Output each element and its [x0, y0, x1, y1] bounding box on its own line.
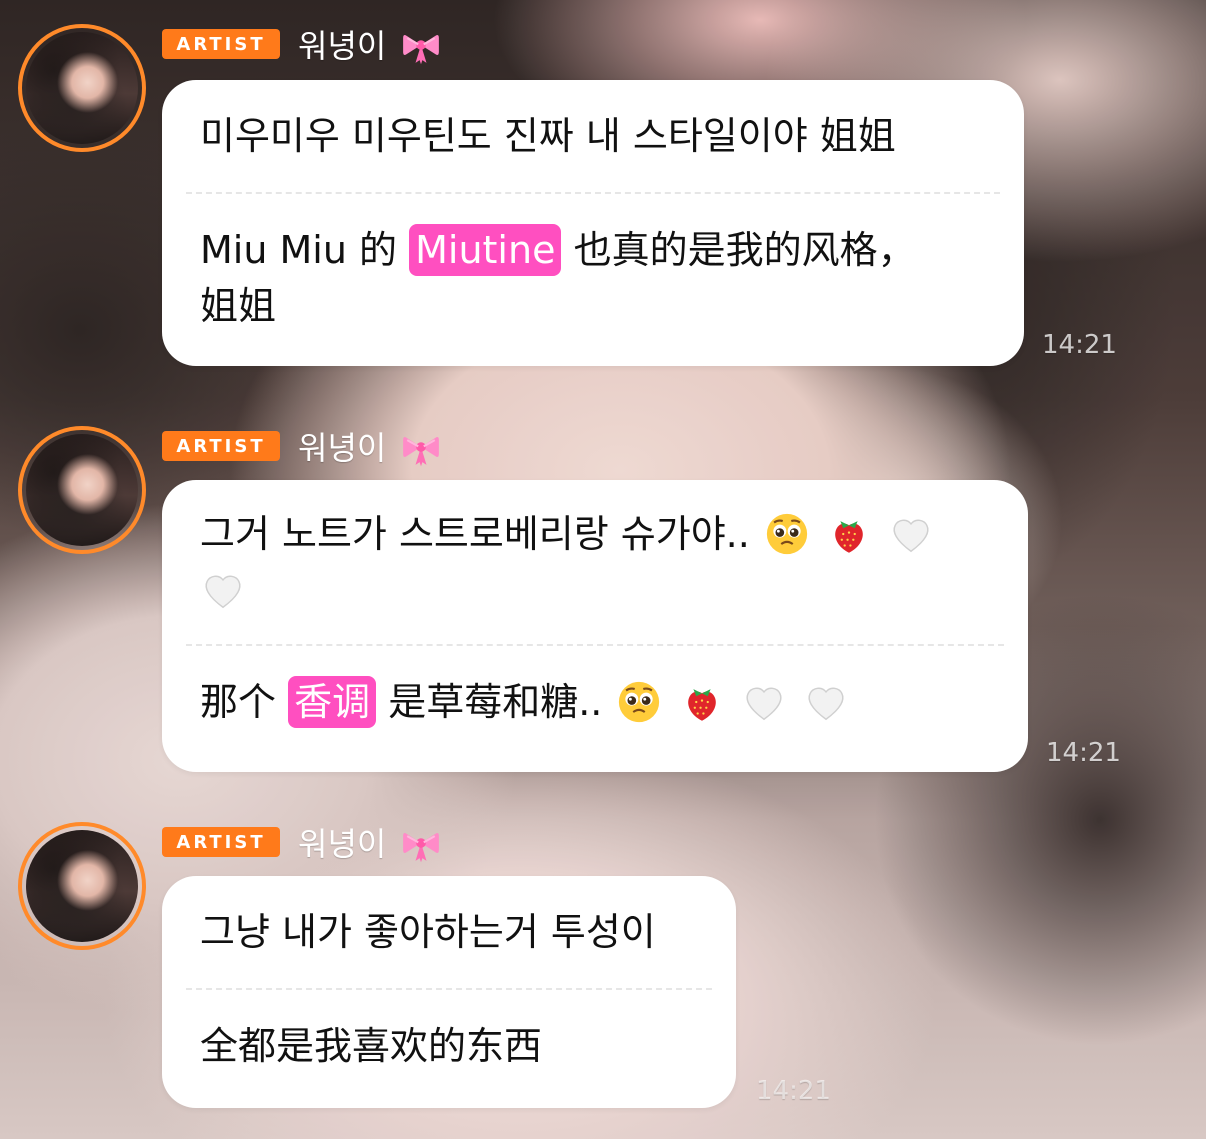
strawberry-icon	[687, 689, 716, 721]
sender-name: 워녕이	[298, 21, 445, 67]
sender-name: 워녕이	[298, 423, 445, 469]
korean-original: 미우미우 미우틴도 진짜 내 스타일이야 姐姐	[162, 80, 1024, 192]
pleading-face-icon	[766, 513, 808, 555]
white-heart-icon	[893, 519, 929, 553]
translation-text-prefix: Miu Miu 的	[200, 228, 398, 272]
sender-name-text: 워녕이	[298, 429, 387, 467]
artist-badge: ARTIST	[162, 431, 280, 461]
message-bubble[interactable]: 그거 노트가 스트로베리랑 슈가야.. 那个 香调 是草莓和糖..	[162, 480, 1028, 772]
white-heart-icon	[808, 687, 844, 721]
message-time: 14:21	[1042, 330, 1117, 360]
chinese-translation: Miu Miu 的 Miutine 也真的是我的风格， 姐姐	[162, 194, 1024, 358]
strawberry-icon	[835, 521, 863, 553]
message-time: 14:21	[1046, 738, 1121, 768]
white-heart-icon	[205, 575, 241, 609]
sender-row: ARTIST 워녕이	[162, 21, 445, 67]
translation-text-prefix: 那个	[200, 680, 277, 724]
avatar-photo	[26, 32, 138, 144]
sender-name-text: 워녕이	[298, 27, 387, 65]
avatar-photo	[26, 434, 138, 546]
highlighted-term: 香调	[288, 676, 377, 728]
translation-text: 全都是我喜欢的东西	[200, 1024, 543, 1068]
korean-text: 그냥 내가 좋아하는거 투성이	[200, 910, 656, 954]
chinese-translation: 那个 香调 是草莓和糖..	[162, 646, 1028, 754]
artist-avatar[interactable]	[18, 822, 146, 950]
translation-text-line2: 姐姐	[200, 284, 277, 328]
translation-text-suffix: 也真的是我的风格，	[573, 228, 916, 272]
highlighted-term: Miutine	[409, 224, 562, 276]
korean-original: 그냥 내가 좋아하는거 투성이	[162, 876, 736, 988]
chinese-translation: 全都是我喜欢的东西	[162, 990, 736, 1098]
ribbon-icon	[402, 833, 439, 863]
pleading-face-icon	[619, 681, 660, 723]
sender-name: 워녕이	[298, 819, 445, 865]
sender-row: ARTIST 워녕이	[162, 819, 445, 865]
message-time: 14:21	[756, 1076, 831, 1106]
artist-badge: ARTIST	[162, 827, 280, 857]
message-bubble[interactable]: 그냥 내가 좋아하는거 투성이 全都是我喜欢的东西	[162, 876, 736, 1108]
artist-badge: ARTIST	[162, 29, 280, 59]
korean-text: 미우미우 미우틴도 진짜 내 스타일이야 姐姐	[200, 114, 896, 158]
message-bubble[interactable]: 미우미우 미우틴도 진짜 내 스타일이야 姐姐 Miu Miu 的 Miutin…	[162, 80, 1024, 366]
translation-text-suffix: 是草莓和糖..	[388, 680, 603, 724]
avatar-photo	[26, 830, 138, 942]
artist-avatar[interactable]	[18, 24, 146, 152]
ribbon-icon	[402, 437, 439, 467]
white-heart-icon	[746, 687, 782, 721]
sender-row: ARTIST 워녕이	[162, 423, 445, 469]
ribbon-icon	[402, 35, 439, 65]
sender-name-text: 워녕이	[298, 825, 387, 863]
korean-original: 그거 노트가 스트로베리랑 슈가야..	[162, 480, 1028, 644]
artist-avatar[interactable]	[18, 426, 146, 554]
korean-text: 그거 노트가 스트로베리랑 슈가야..	[200, 512, 750, 556]
